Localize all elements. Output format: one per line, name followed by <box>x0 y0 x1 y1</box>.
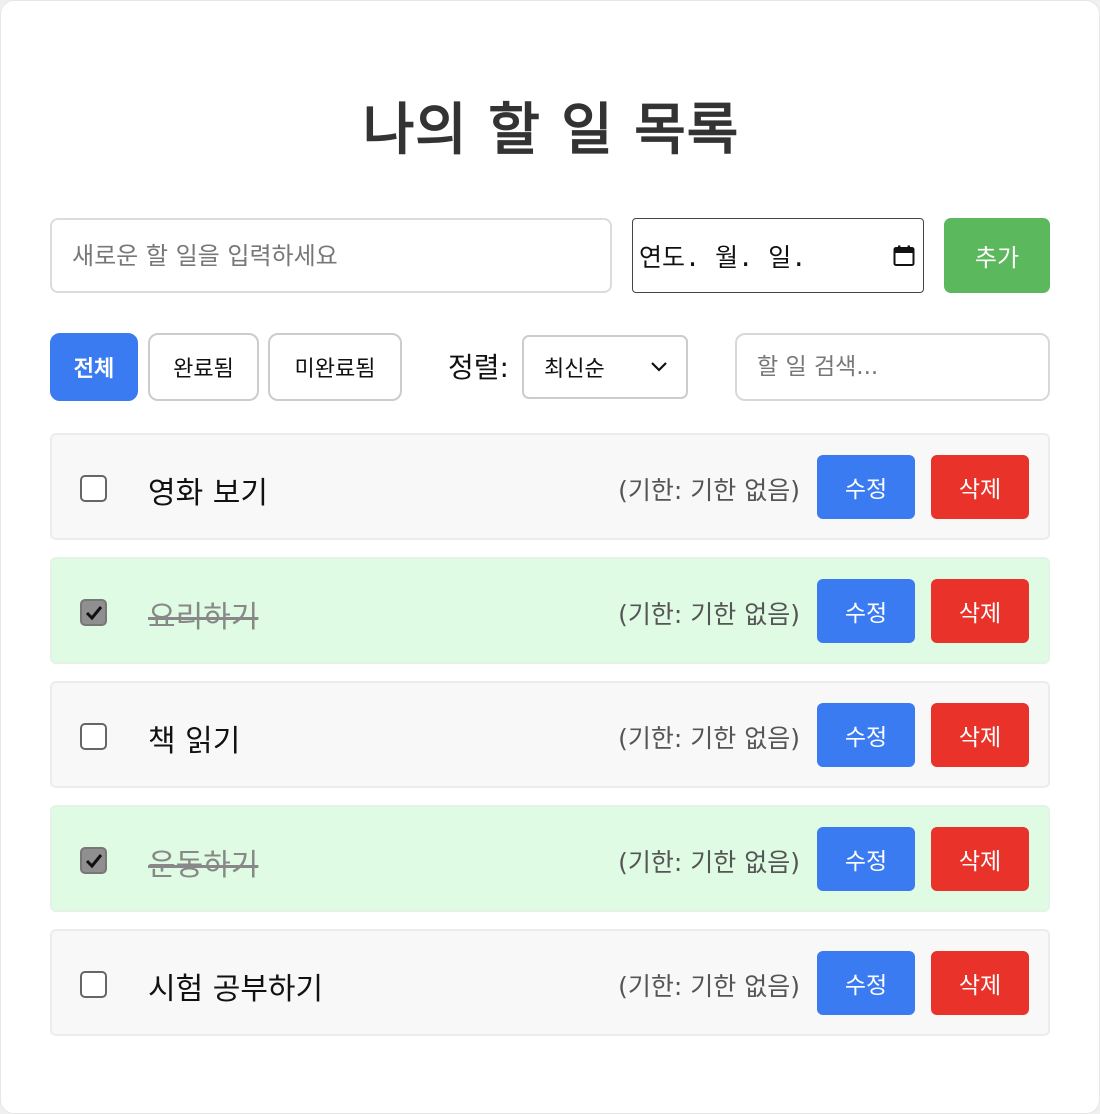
due-date-input[interactable]: 연도. 월. 일. <box>632 218 924 293</box>
todo-due: (기한: 기한 없음) <box>618 724 800 753</box>
edit-button[interactable]: 수정 <box>817 703 915 767</box>
edit-button[interactable]: 수정 <box>817 579 915 643</box>
todo-app-card: 나의 할 일 목록 연도. 월. 일. 추가 전체 완료됨 미완료됨 정렬: 최… <box>0 0 1100 1114</box>
todo-checkbox[interactable] <box>80 599 107 626</box>
todo-item: 운동하기 (기한: 기한 없음) 수정 삭제 <box>50 805 1050 912</box>
filter-incomplete-button[interactable]: 미완료됨 <box>268 333 402 401</box>
todo-item: 시험 공부하기 (기한: 기한 없음) 수정 삭제 <box>50 929 1050 1036</box>
filter-all-button[interactable]: 전체 <box>50 333 138 401</box>
todo-text: 시험 공부하기 <box>148 972 324 1007</box>
checkmark-icon <box>85 605 102 620</box>
date-placeholder: 연도. 월. 일. <box>639 242 807 272</box>
chevron-down-icon <box>650 358 668 377</box>
sort-label: 정렬: <box>448 351 509 384</box>
delete-button[interactable]: 삭제 <box>931 455 1029 519</box>
delete-button[interactable]: 삭제 <box>931 703 1029 767</box>
delete-button[interactable]: 삭제 <box>931 827 1029 891</box>
delete-button[interactable]: 삭제 <box>931 951 1029 1015</box>
todo-checkbox[interactable] <box>80 971 107 998</box>
checkmark-icon <box>85 853 102 868</box>
todo-due: (기한: 기한 없음) <box>618 600 800 629</box>
add-button[interactable]: 추가 <box>944 218 1050 293</box>
sort-select[interactable]: 최신순 <box>522 335 688 399</box>
page-title: 나의 할 일 목록 <box>362 98 740 163</box>
edit-button[interactable]: 수정 <box>817 827 915 891</box>
todo-text: 요리하기 <box>148 600 259 635</box>
todo-item: 요리하기 (기한: 기한 없음) 수정 삭제 <box>50 557 1050 664</box>
sort-selected-value: 최신순 <box>544 357 605 382</box>
todo-checkbox[interactable] <box>80 847 107 874</box>
todo-item: 책 읽기 (기한: 기한 없음) 수정 삭제 <box>50 681 1050 788</box>
edit-button[interactable]: 수정 <box>817 951 915 1015</box>
filter-completed-button[interactable]: 완료됨 <box>148 333 259 401</box>
delete-button[interactable]: 삭제 <box>931 579 1029 643</box>
search-input[interactable] <box>735 333 1050 401</box>
todo-text: 책 읽기 <box>148 724 241 759</box>
todo-text: 운동하기 <box>148 848 259 883</box>
todo-checkbox[interactable] <box>80 723 107 750</box>
edit-button[interactable]: 수정 <box>817 455 915 519</box>
todo-text: 영화 보기 <box>148 476 268 511</box>
todo-item: 영화 보기 (기한: 기한 없음) 수정 삭제 <box>50 433 1050 540</box>
todo-due: (기한: 기한 없음) <box>618 972 800 1001</box>
calendar-icon[interactable] <box>893 245 915 267</box>
todo-due: (기한: 기한 없음) <box>618 848 800 877</box>
todo-checkbox[interactable] <box>80 475 107 502</box>
todo-due: (기한: 기한 없음) <box>618 476 800 505</box>
new-todo-input[interactable] <box>50 218 612 293</box>
